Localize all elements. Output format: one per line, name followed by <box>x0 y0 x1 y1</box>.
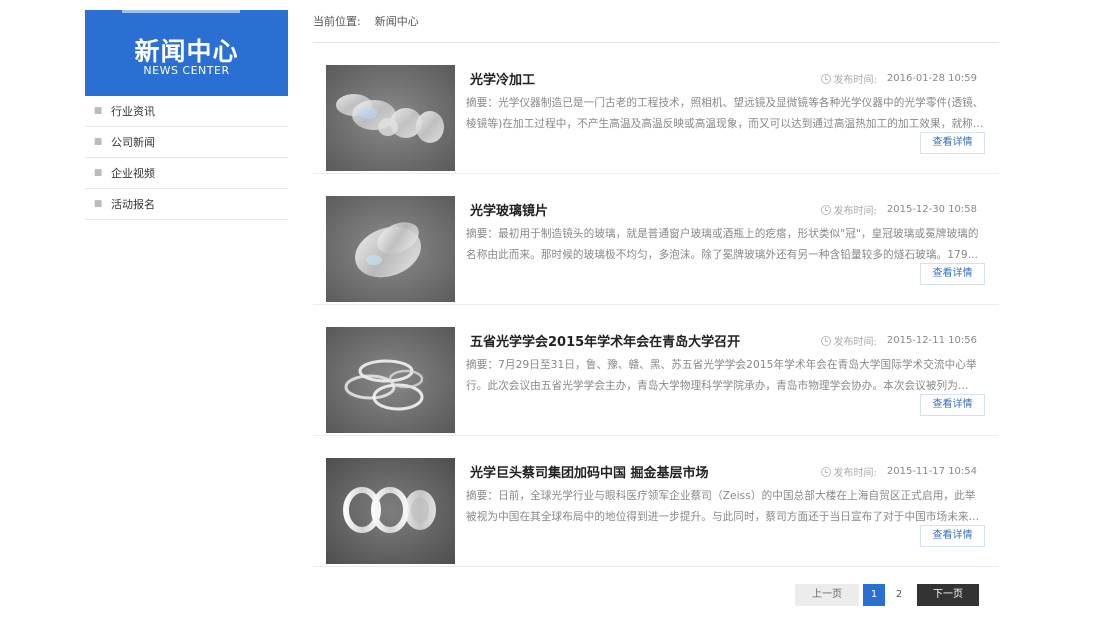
prev-page-button[interactable]: 上一页 <box>795 584 859 606</box>
breadcrumb-prefix: 当前位置: <box>313 15 361 28</box>
breadcrumb-current[interactable]: 新闻中心 <box>375 13 419 29</box>
page-number-2[interactable]: 2 <box>888 584 910 606</box>
publish-time-label: 发布时间: <box>833 468 877 479</box>
publish-time-value: 2015-11-17 10:54 <box>886 466 977 477</box>
sidebar-item-label: 企业视频 <box>111 167 155 180</box>
article-publish-time: 发布时间: 2015-12-11 10:56 <box>820 333 977 348</box>
clock-icon <box>820 466 831 477</box>
article-title[interactable]: 光学巨头蔡司集团加码中国 掘金基层市场 <box>470 462 709 481</box>
page-number-1[interactable]: 1 <box>863 584 885 606</box>
banner-title: 新闻中心 <box>134 37 239 66</box>
banner-stripe <box>122 10 240 13</box>
view-details-button[interactable]: 查看详情 <box>920 132 985 154</box>
article-item: 五省光学学会2015年学术年会在青岛大学召开 发布时间: 2015-12-11 … <box>313 305 999 436</box>
sidebar-item-label: 活动报名 <box>111 198 155 211</box>
clock-icon <box>820 73 831 84</box>
publish-time-value: 2015-12-30 10:58 <box>886 204 977 215</box>
main-content: 当前位置: 新闻中心 光学冷加工 发布时间: 2016-01-28 10:59 … <box>313 0 999 567</box>
bullet-icon: ■ <box>93 199 103 209</box>
publish-time-label: 发布时间: <box>833 337 877 348</box>
article-item: 光学冷加工 发布时间: 2016-01-28 10:59 摘要：光学仪器制造已是… <box>313 43 999 174</box>
view-details-button[interactable]: 查看详情 <box>920 263 985 285</box>
article-summary: 摘要：7月29日至31日，鲁、豫、赣、黑、苏五省光学学会2015年学术年会在青岛… <box>466 359 977 392</box>
publish-time-label: 发布时间: <box>833 75 877 86</box>
bullet-icon: ■ <box>93 168 103 178</box>
bullet-icon: ■ <box>93 106 103 116</box>
banner-subtitle: NEWS CENTER <box>143 64 230 77</box>
sidebar-item-label: 公司新闻 <box>111 136 155 149</box>
article-summary: 摘要：最初用于制造镜头的玻璃，就是普通窗户玻璃或酒瓶上的疙瘩，形状类似"冠"，皇… <box>466 228 979 261</box>
article-thumbnail[interactable] <box>326 458 455 564</box>
clock-icon <box>820 335 831 346</box>
publish-time-label: 发布时间: <box>833 206 877 217</box>
breadcrumb: 当前位置: 新闻中心 <box>313 0 999 43</box>
article-title[interactable]: 五省光学学会2015年学术年会在青岛大学召开 <box>470 331 740 350</box>
article-item: 光学玻璃镜片 发布时间: 2015-12-30 10:58 摘要：最初用于制造镜… <box>313 174 999 305</box>
publish-time-value: 2015-12-11 10:56 <box>886 335 977 346</box>
sidebar-item-company-news[interactable]: ■ 公司新闻 <box>85 127 288 158</box>
bullet-icon: ■ <box>93 137 103 147</box>
publish-time-value: 2016-01-28 10:59 <box>886 73 977 84</box>
article-thumbnail[interactable] <box>326 196 455 302</box>
article-title[interactable]: 光学冷加工 <box>470 69 535 88</box>
article-title[interactable]: 光学玻璃镜片 <box>470 200 548 219</box>
sidebar-item-event-signup[interactable]: ■ 活动报名 <box>85 189 288 220</box>
article-item: 光学巨头蔡司集团加码中国 掘金基层市场 发布时间: 2015-11-17 10:… <box>313 436 999 567</box>
sidebar-item-label: 行业资讯 <box>111 105 155 118</box>
article-thumbnail[interactable] <box>326 327 455 433</box>
view-details-button[interactable]: 查看详情 <box>920 525 985 547</box>
view-details-button[interactable]: 查看详情 <box>920 394 985 416</box>
article-publish-time: 发布时间: 2015-12-30 10:58 <box>820 202 977 217</box>
article-thumbnail[interactable] <box>326 65 455 171</box>
article-publish-time: 发布时间: 2015-11-17 10:54 <box>820 464 977 479</box>
pagination: 上一页 1 2 下一页 <box>795 584 979 606</box>
article-summary: 摘要：光学仪器制造已是一门古老的工程技术，照相机、望远镜及显微镜等各种光学仪器中… <box>466 97 984 130</box>
next-page-button[interactable]: 下一页 <box>917 584 979 606</box>
article-publish-time: 发布时间: 2016-01-28 10:59 <box>820 71 977 86</box>
news-center-banner: 新闻中心 NEWS CENTER <box>85 10 288 96</box>
article-summary: 摘要：日前，全球光学行业与眼科医疗领军企业蔡司（Zeiss）的中国总部大楼在上海… <box>466 490 976 523</box>
sidebar: 新闻中心 NEWS CENTER ■ 行业资讯 ■ 公司新闻 ■ 企业视频 ■ … <box>85 10 288 220</box>
sidebar-item-industry-news[interactable]: ■ 行业资讯 <box>85 96 288 127</box>
clock-icon <box>820 204 831 215</box>
sidebar-item-company-video[interactable]: ■ 企业视频 <box>85 158 288 189</box>
